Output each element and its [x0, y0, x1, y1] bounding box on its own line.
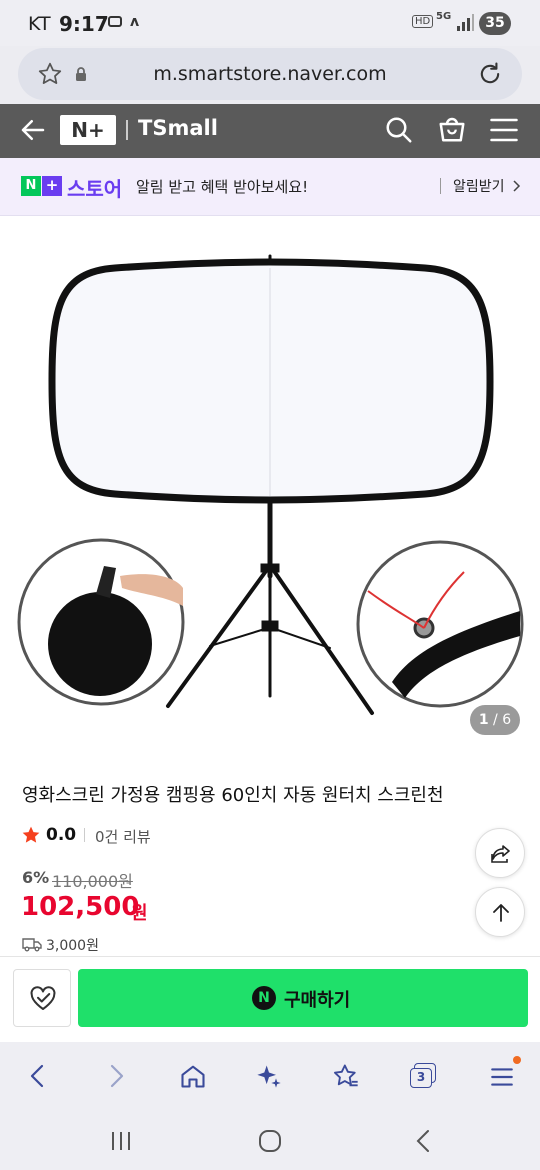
gallery-separator: / [488, 712, 503, 728]
status-bar: KT 9:17 ʌ HD 5G 35 [0, 0, 540, 46]
wishlist-button[interactable] [13, 969, 71, 1027]
store-logo-text: 스토어 [67, 177, 123, 201]
system-home-icon[interactable] [258, 1129, 282, 1153]
menu-icon[interactable] [489, 116, 519, 144]
system-back-icon[interactable] [412, 1129, 436, 1153]
browser-home-icon[interactable] [179, 1062, 207, 1090]
chevron-right-icon [513, 180, 521, 192]
back-arrow-icon[interactable] [18, 115, 48, 145]
naver-badge-n: N [21, 176, 41, 196]
arrow-up-icon [493, 904, 509, 922]
browser-menu-icon[interactable] [489, 1064, 515, 1090]
promo-message: 알림 받고 혜택 받아보세요! [136, 178, 309, 196]
discount-rate: 6% [22, 868, 50, 887]
clock: 9:17 [59, 12, 109, 36]
recent-apps-icon[interactable] [109, 1129, 133, 1153]
store-header: N+ TSmall [0, 104, 540, 158]
network-label: 5G [436, 11, 452, 22]
battery-indicator: 35 [479, 12, 511, 35]
browser-toolbar: 3 [0, 1042, 540, 1114]
share-button[interactable] [475, 828, 525, 878]
sale-price: 102,500 [21, 892, 140, 922]
app-notification-icon: ʌ [130, 14, 140, 30]
product-content: 1 / 6 영화스크린 가정용 캠핑용 60인치 자동 원터치 스크린천 0.0… [0, 216, 540, 956]
rating-value: 0.0 [46, 825, 77, 845]
promo-divider [440, 178, 441, 194]
notification-dot [513, 1056, 521, 1064]
header-divider [126, 120, 128, 140]
signal-icon [457, 14, 474, 31]
gallery-total: 6 [502, 712, 512, 728]
review-count[interactable]: 0건 리뷰 [95, 826, 151, 847]
price-unit: 원 [131, 903, 148, 924]
rating-divider [84, 828, 85, 842]
gallery-counter: 1 / 6 [470, 705, 520, 735]
naver-plus-logo[interactable]: N+ [60, 115, 116, 145]
product-image[interactable] [0, 216, 540, 746]
heart-check-icon [30, 986, 56, 1010]
hd-icon: HD [412, 15, 434, 28]
rating-star-icon [22, 826, 40, 843]
carrier-label: KT [28, 13, 51, 35]
ai-sparkle-icon[interactable] [255, 1062, 283, 1090]
naver-pay-icon: N [252, 986, 276, 1010]
url-text[interactable]: m.smartstore.naver.com [18, 63, 522, 85]
original-price: 110,000원 [52, 872, 133, 891]
search-icon[interactable] [384, 114, 414, 146]
shopping-bag-icon[interactable] [437, 113, 467, 145]
buy-now-button[interactable]: N 구매하기 [78, 969, 528, 1027]
shipping-fee: 3,000원 [46, 938, 99, 954]
store-promo-banner[interactable]: N + 스토어 알림 받고 혜택 받아보세요! 알림받기 [0, 158, 540, 216]
bookmarks-icon[interactable] [332, 1062, 360, 1090]
tab-count: 3 [410, 1068, 432, 1088]
buy-now-label: 구매하기 [284, 990, 351, 1011]
voicemail-icon [108, 16, 122, 27]
delivery-truck-icon [22, 938, 42, 952]
product-title: 영화스크린 가정용 캠핑용 60인치 자동 원터치 스크린천 [22, 785, 444, 806]
system-nav-bar [0, 1114, 540, 1170]
share-icon [491, 845, 510, 863]
store-name[interactable]: TSmall [138, 116, 218, 140]
reload-icon[interactable] [476, 60, 504, 88]
gallery-current-index: 1 [478, 712, 489, 728]
notify-link[interactable]: 알림받기 [453, 176, 505, 196]
naver-badge-plus: + [42, 176, 62, 196]
tabs-button[interactable]: 3 [410, 1063, 438, 1089]
scroll-top-button[interactable] [475, 887, 525, 937]
address-bar[interactable]: m.smartstore.naver.com [18, 48, 522, 100]
browser-forward-icon[interactable] [104, 1062, 128, 1090]
browser-back-icon[interactable] [26, 1062, 50, 1090]
purchase-bar: N 구매하기 [0, 956, 540, 1042]
